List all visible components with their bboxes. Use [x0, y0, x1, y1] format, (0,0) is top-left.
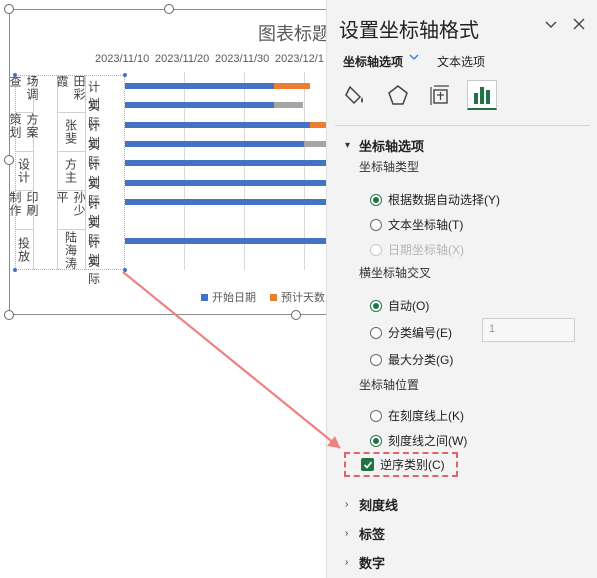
axis-type-label: 坐标轴类型 — [359, 160, 420, 174]
date-tick-label: 2023/11/30 — [215, 53, 270, 65]
bar-start-date[interactable] — [125, 141, 304, 147]
bar-actual-days[interactable] — [274, 102, 303, 108]
option-label: 文本坐标轴(T) — [388, 218, 464, 232]
section-label: 刻度线 — [359, 498, 399, 513]
category-axis-selection[interactable] — [15, 75, 125, 270]
radio-button — [370, 193, 382, 206]
legend-item[interactable]: 预计天数 — [270, 289, 325, 305]
selection-handle[interactable] — [123, 268, 127, 272]
radio-button — [370, 434, 382, 447]
option-label: 刻度线之间(W) — [388, 434, 468, 448]
close-icon[interactable] — [570, 17, 588, 35]
selection-handle[interactable] — [13, 73, 17, 77]
radio-cross-auto[interactable]: 自动(O) — [370, 297, 429, 314]
option-label: 最大分类(G) — [388, 353, 454, 367]
chevron-down-icon[interactable] — [542, 17, 560, 35]
radio-button — [370, 243, 382, 256]
date-tick-label: 2023/11/10 — [95, 53, 150, 65]
bar-planned-days[interactable] — [310, 122, 326, 128]
date-tick-label: 2023/12/1 — [275, 53, 324, 65]
resize-handle-bottom-middle[interactable] — [291, 310, 301, 320]
legend-label: 开始日期 — [212, 292, 256, 304]
selection-handle[interactable] — [123, 73, 127, 77]
legend-label: 预计天数 — [281, 292, 325, 304]
bar-start-date[interactable] — [125, 238, 326, 244]
selection-handle[interactable] — [13, 268, 17, 272]
radio-button — [370, 299, 382, 312]
chevron-right-icon: › — [345, 557, 349, 568]
bar-planned-days[interactable] — [274, 83, 310, 89]
chevron-right-icon: › — [345, 499, 349, 510]
chart-title[interactable]: 图表标题 — [258, 20, 330, 46]
chevron-down-icon: ▾ — [345, 140, 351, 151]
resize-handle-top-middle[interactable] — [164, 4, 174, 14]
resize-handle-bottom-left[interactable] — [4, 310, 14, 320]
date-tick-label: 2023/11/20 — [155, 53, 210, 65]
position-label: 坐标轴位置 — [359, 378, 420, 392]
radio-between-tick-marks[interactable]: 刻度线之间(W) — [370, 432, 467, 449]
bar-start-date[interactable] — [125, 180, 326, 186]
radio-date-axis: 日期坐标轴(X) — [370, 241, 464, 258]
tab-dropdown-icon[interactable] — [408, 51, 420, 66]
legend-swatch — [201, 293, 208, 301]
radio-cross-category-number[interactable]: 分类编号(E) — [370, 324, 452, 341]
tab-text-options[interactable]: 文本选项 — [437, 53, 485, 70]
legend-item[interactable]: 开始日期 — [201, 289, 256, 305]
radio-cross-max-category[interactable]: 最大分类(G) — [370, 351, 453, 368]
radio-text-axis[interactable]: 文本坐标轴(T) — [370, 216, 463, 233]
format-axis-pane[interactable]: 设置坐标轴格式 坐标轴选项 文本选项 ▾ 坐标轴选项 坐标轴类型 根据数据自动选… — [326, 0, 597, 578]
option-label: 根据数据自动选择(Y) — [388, 193, 500, 207]
section-labels[interactable]: › 标签 — [345, 524, 385, 543]
pane-title: 设置坐标轴格式 — [339, 20, 479, 42]
bar-start-date[interactable] — [125, 83, 274, 89]
section-label: 标签 — [359, 527, 386, 542]
radio-button — [370, 218, 382, 231]
radio-button — [370, 326, 382, 339]
axis-options-icon[interactable] — [467, 80, 497, 110]
radio-on-tick-marks[interactable]: 在刻度线上(K) — [370, 407, 464, 424]
tab-axis-options[interactable]: 坐标轴选项 — [343, 53, 403, 70]
bar-start-date[interactable] — [125, 160, 326, 166]
legend-swatch — [270, 293, 277, 301]
checkbox-reverse-categories[interactable]: 逆序类别(C) — [361, 456, 445, 473]
section-label: 数字 — [359, 556, 386, 571]
section-axis-options[interactable]: ▾ 坐标轴选项 — [345, 136, 424, 155]
option-label: 自动(O) — [388, 299, 430, 313]
option-label: 在刻度线上(K) — [388, 409, 464, 423]
section-number[interactable]: › 数字 — [345, 553, 385, 572]
chart-area[interactable]: 图表标题 2023/11/10 2023/11/20 2023/11/30 20… — [0, 0, 330, 578]
fill-line-icon[interactable] — [341, 80, 371, 110]
resize-handle-top-left[interactable] — [4, 4, 14, 14]
resize-handle-middle-left[interactable] — [4, 155, 14, 165]
radio-button — [370, 409, 382, 422]
category-number-input[interactable]: 1 — [482, 318, 575, 342]
chevron-right-icon: › — [345, 528, 349, 539]
bar-start-date[interactable] — [125, 122, 310, 128]
cross-label: 横坐标轴交叉 — [359, 266, 432, 280]
bar-actual-days[interactable] — [304, 141, 326, 147]
section-label: 坐标轴选项 — [359, 139, 425, 154]
option-label: 逆序类别(C) — [380, 458, 445, 472]
bar-start-date[interactable] — [125, 102, 274, 108]
section-tick-marks[interactable]: › 刻度线 — [345, 495, 398, 514]
bar-start-date[interactable] — [125, 199, 326, 205]
pane-divider — [335, 125, 590, 126]
option-label: 日期坐标轴(X) — [388, 243, 464, 257]
option-label: 分类编号(E) — [388, 326, 452, 340]
checkmark-icon — [361, 458, 374, 471]
radio-auto-select[interactable]: 根据数据自动选择(Y) — [370, 191, 500, 208]
effects-icon[interactable] — [383, 80, 413, 110]
radio-button — [370, 353, 382, 366]
size-properties-icon[interactable] — [425, 80, 455, 110]
